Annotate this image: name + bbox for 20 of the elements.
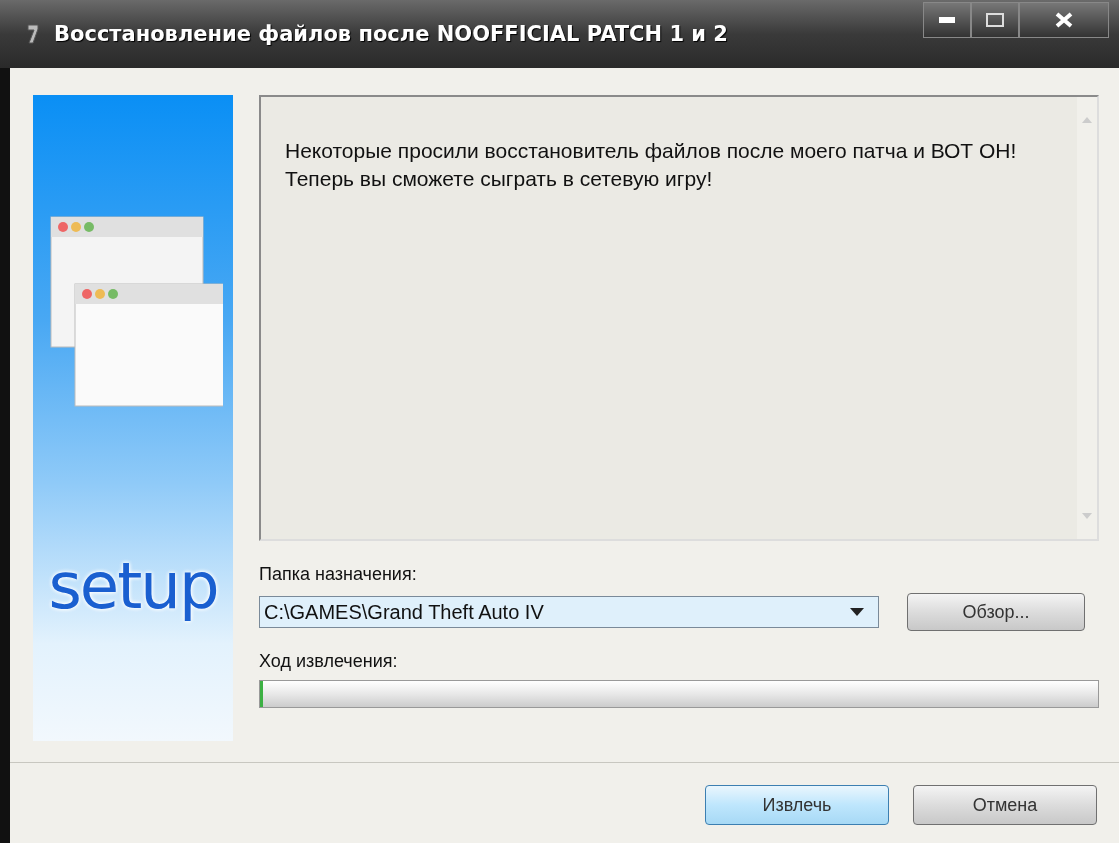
destination-label: Папка назначения:: [259, 564, 418, 585]
extract-button[interactable]: Извлечь: [705, 785, 889, 825]
window-title: Восстановление файлов после NOOFFICIAL PATCH 1 и 2: [54, 22, 729, 46]
scrollbar[interactable]: [1077, 97, 1097, 539]
destination-value: C:\GAMES\Grand Theft Auto IV: [264, 600, 544, 624]
browse-button[interactable]: Обзор...: [907, 593, 1085, 631]
minimize-icon: [939, 17, 955, 23]
cancel-button[interactable]: Отмена: [913, 785, 1097, 825]
message-text: Некоторые просили восстановитель файлов после моего патча и ВОТ ОН! Теперь вы сможете сыграть в сетевую игру!: [285, 138, 1018, 192]
scroll-down-icon: [1082, 513, 1092, 519]
progress-label: Ход извлечения:: [259, 651, 399, 672]
dropdown-caret-icon: [850, 608, 864, 616]
setup-logo: setup: [48, 549, 218, 623]
close-button[interactable]: [1019, 2, 1109, 38]
destination-combo[interactable]: C:\GAMES\Grand Theft Auto IV: [259, 596, 879, 628]
maximize-icon: [986, 13, 1004, 27]
maximize-button[interactable]: [971, 2, 1019, 38]
close-icon: [1055, 12, 1073, 28]
scroll-up-icon: [1082, 117, 1092, 123]
minimize-button[interactable]: [923, 2, 971, 38]
